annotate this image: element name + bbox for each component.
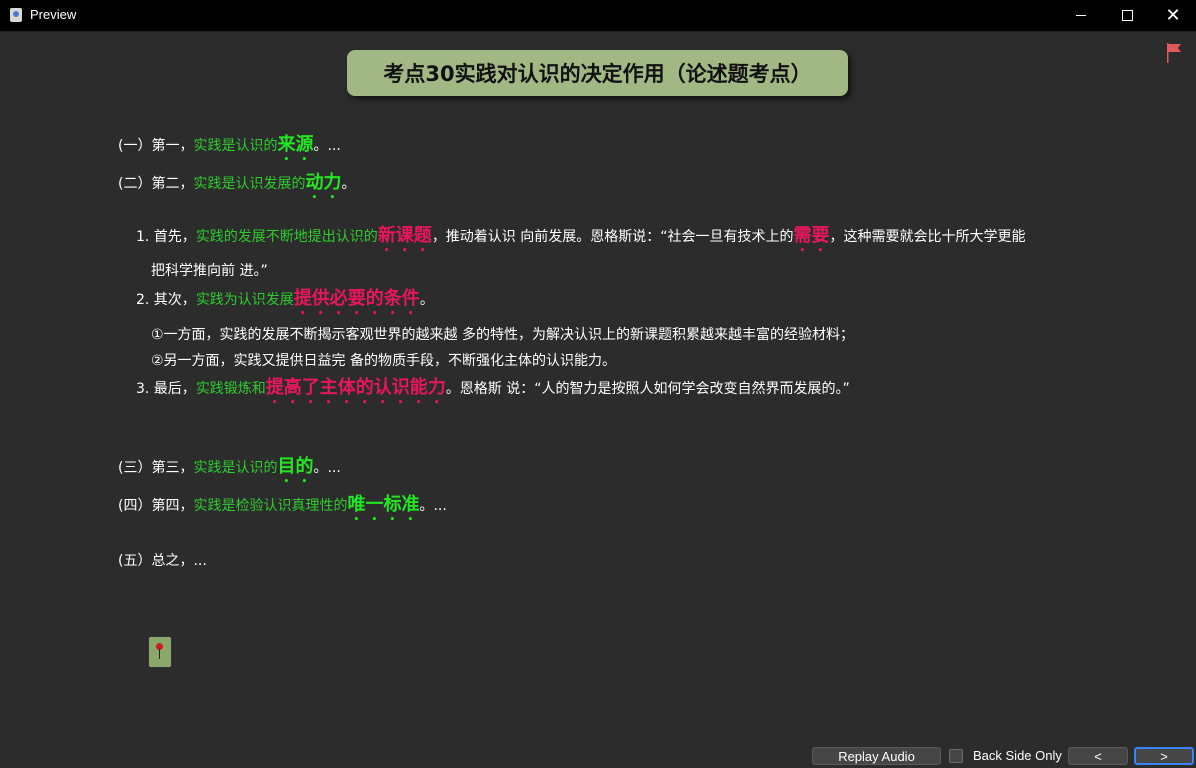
- line-keyword: 提高了主体的认识能力: [265, 377, 446, 398]
- line-prefix: (一）第一，: [118, 138, 194, 154]
- line-suffix: 。恩格斯 说：“人的智力是按照人如何学会改变自然界而发展的。”: [445, 381, 850, 397]
- line-suffix: 。...: [419, 498, 447, 514]
- line-green-text: 实践是认识发展的: [193, 176, 306, 192]
- minimize-button[interactable]: [1058, 0, 1104, 31]
- line-suffix: 。: [341, 176, 356, 192]
- line-keyword: 新课题: [377, 225, 432, 246]
- maximize-icon: [1121, 10, 1133, 21]
- point-line-6: ②另一方面，实践又提供日益完 备的物质手段，不断强化主体的认识能力。: [151, 353, 616, 369]
- replay-audio-button[interactable]: Replay Audio: [812, 747, 941, 765]
- point-line-1: (一）第一，实践是认识的来源。...: [118, 134, 341, 165]
- line-keyword: 提供必要的条件: [293, 288, 420, 309]
- line-prefix: 2. 其次，: [136, 292, 196, 308]
- maximize-button[interactable]: [1104, 0, 1150, 31]
- line-green-text: 实践锻炼和: [195, 381, 266, 397]
- line-green-text: 实践是认识的: [193, 460, 278, 476]
- line-keyword: 唯一标准: [347, 494, 420, 515]
- line-prefix: (二）第二，: [118, 176, 194, 192]
- preview-window: Preview ✕ 考点30实践对认识的决定作用（论述题考点） (一）第一，实践…: [0, 0, 1196, 768]
- bottom-toolbar: Replay Audio Back Side Only < >: [0, 744, 1196, 768]
- point-line-2: (二）第二，实践是认识发展的动力。: [118, 172, 355, 203]
- close-icon: ✕: [1165, 4, 1181, 26]
- card-title: 考点30实践对认识的决定作用（论述题考点）: [347, 50, 848, 96]
- app-icon: [10, 8, 22, 22]
- line-green-text: 实践是检验认识真理性的: [193, 498, 348, 514]
- point-line-4: 2. 其次，实践为认识发展提供必要的条件。: [136, 288, 434, 319]
- line-prefix: 3. 最后，: [136, 381, 196, 397]
- back-side-only-label[interactable]: Back Side Only: [973, 748, 1062, 763]
- line-prefix: (四）第四，: [118, 498, 194, 514]
- line-green-text: 实践的发展不断地提出认识的: [195, 229, 378, 245]
- line-green-text: 实践为认识发展: [195, 292, 294, 308]
- close-button[interactable]: ✕: [1150, 0, 1196, 31]
- point-line-8: (三）第三，实践是认识的目的。...: [118, 456, 341, 487]
- line-keyword: 来源: [277, 134, 314, 155]
- title-bar: Preview ✕: [0, 0, 1196, 32]
- line-suffix: ，这种需要就会比十所大学更能: [829, 229, 1026, 245]
- red-flag-icon[interactable]: [1166, 42, 1182, 64]
- minimize-icon: [1076, 15, 1086, 16]
- card-content: 考点30实践对认识的决定作用（论述题考点） (一）第一，实践是认识的来源。...…: [0, 32, 1196, 744]
- point-line-3: 1. 首先，实践的发展不断地提出认识的新课题，推动着认识 向前发展。恩格斯说：“…: [136, 225, 1026, 256]
- back-side-only-checkbox[interactable]: [949, 749, 963, 763]
- point-line-9: (四）第四，实践是检验认识真理性的唯一标准。...: [118, 494, 447, 525]
- line-green-text: 实践是认识的: [193, 138, 278, 154]
- line-prefix: 1. 首先，: [136, 229, 196, 245]
- point-line-7: 3. 最后，实践锻炼和提高了主体的认识能力。恩格斯 说：“人的智力是按照人如何学…: [136, 377, 850, 408]
- line-keyword: 目的: [277, 456, 314, 477]
- line-suffix: 。...: [313, 138, 341, 154]
- pushpin-icon[interactable]: [148, 636, 172, 668]
- line-suffix: 。: [419, 292, 434, 308]
- previous-button[interactable]: <: [1068, 747, 1128, 765]
- window-title: Preview: [30, 7, 77, 22]
- line-suffix: 。...: [313, 460, 341, 476]
- point-line-3-continued: 把科学推向前 进。”: [151, 263, 268, 279]
- point-line-5: ①一方面，实践的发展不断揭示客观世界的越来越 多的特性，为解决认识上的新课题积累…: [151, 327, 854, 343]
- line-keyword: 动力: [305, 172, 342, 193]
- line-prefix: (三）第三，: [118, 460, 194, 476]
- line-keyword-2: 需要: [793, 225, 830, 246]
- point-line-10: (五）总之，...: [118, 553, 207, 569]
- line-middle: ，推动着认识 向前发展。恩格斯说：“社会一旦有技术上的: [431, 229, 794, 245]
- next-button[interactable]: >: [1134, 747, 1194, 765]
